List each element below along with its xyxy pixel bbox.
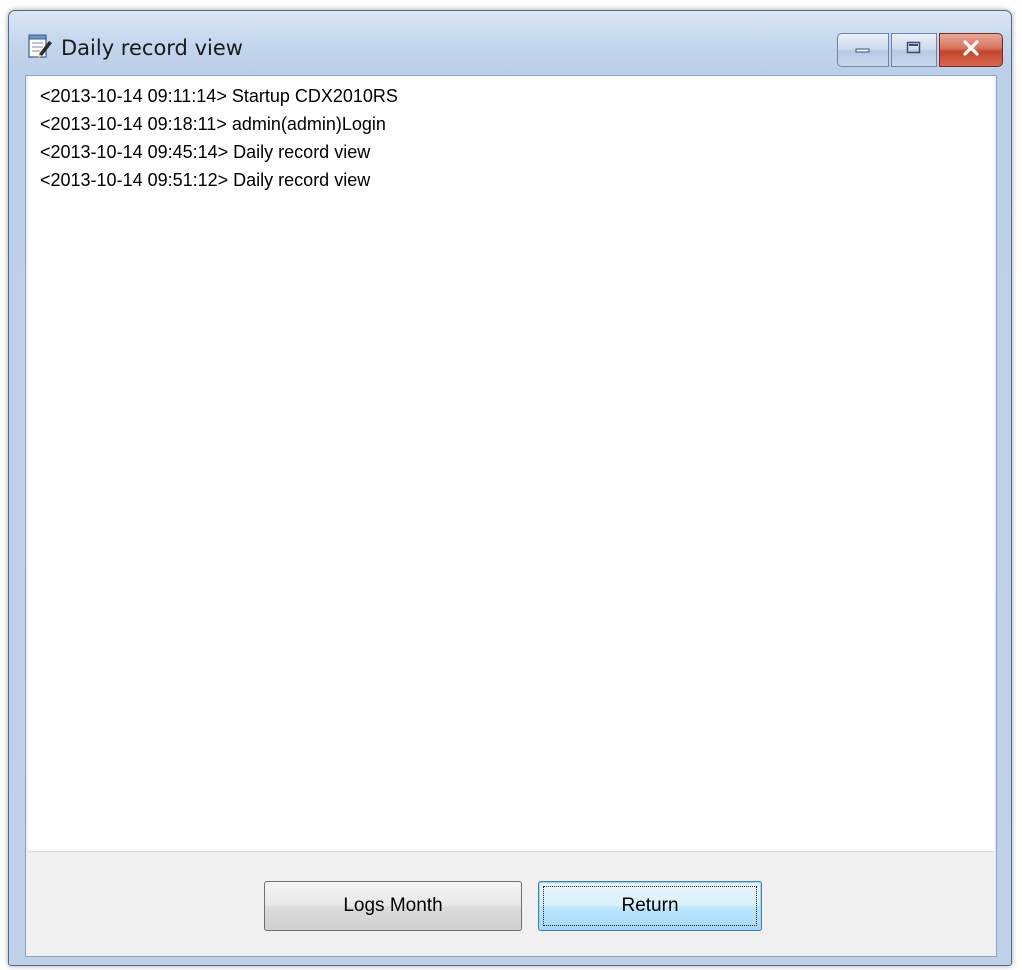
maximize-button[interactable] [891,33,937,67]
minimize-button[interactable] [837,33,889,67]
focus-rectangle [543,886,757,926]
log-line: <2013-10-14 09:51:12> Daily record view [40,170,371,190]
log-text-area[interactable]: <2013-10-14 09:11:14> Startup CDX2010RS … [28,76,994,852]
log-line: <2013-10-14 09:18:11> admin(admin)Login [40,114,386,134]
return-button[interactable]: Return [538,881,762,931]
close-icon [962,39,980,61]
notepad-pencil-icon [27,33,53,59]
close-button[interactable] [939,33,1003,67]
caption-buttons [837,33,1003,67]
window-title: Daily record view [61,36,243,60]
logs-month-button[interactable]: Logs Month [264,881,522,931]
title-bar[interactable]: Daily record view [9,11,1011,75]
window-client-area: <2013-10-14 09:11:14> Startup CDX2010RS … [25,75,997,957]
daily-record-window: Daily record view <2013-10-14 09:11:14> … [8,10,1012,966]
log-line: <2013-10-14 09:45:14> Daily record view [40,142,371,162]
maximize-icon [906,41,922,60]
log-line: <2013-10-14 09:11:14> Startup CDX2010RS [40,86,398,106]
minimize-icon [855,41,871,59]
logs-month-label: Logs Month [343,895,443,916]
